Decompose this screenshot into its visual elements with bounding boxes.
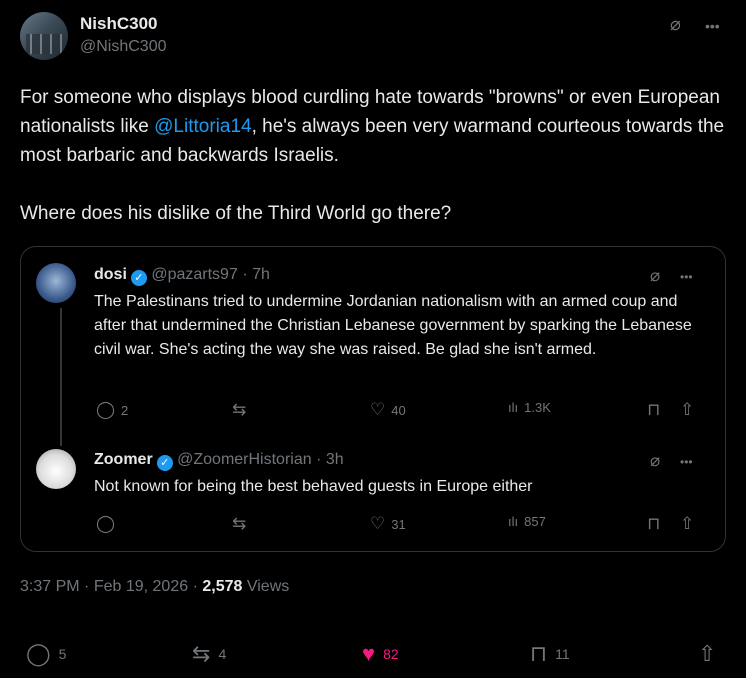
- post-timestamp[interactable]: 3:37 PM · Feb 19, 2026 · 2,578 Views: [20, 578, 289, 596]
- separator: ·: [192, 578, 198, 595]
- like-icon: ♡: [370, 514, 386, 533]
- quote-author-handle[interactable]: @pazarts97: [151, 266, 238, 283]
- reply-icon: ◯: [96, 400, 116, 419]
- more-options-icon[interactable]: •••: [705, 18, 720, 34]
- share-button[interactable]: ⇧: [680, 400, 694, 420]
- repost-button[interactable]: ⇆: [232, 400, 246, 420]
- bookmark-button[interactable]: ⊓ 11: [530, 641, 570, 667]
- views-count: 1.3K: [524, 400, 551, 415]
- grok-icon[interactable]: ⌀: [670, 14, 681, 35]
- mention-link[interactable]: @Littoria14: [154, 116, 251, 137]
- share-button[interactable]: ⇧: [680, 514, 694, 534]
- like-icon: ♡: [370, 400, 386, 419]
- bookmark-count: 11: [555, 646, 570, 662]
- reply-button[interactable]: ◯ 5: [26, 641, 66, 667]
- reply-button[interactable]: ◯: [96, 514, 115, 534]
- views-button[interactable]: ılı 857: [508, 514, 546, 529]
- grok-icon[interactable]: ⌀: [650, 451, 660, 471]
- bookmark-icon: ⊓: [647, 400, 661, 419]
- repost-icon: ⇆: [232, 400, 247, 419]
- like-button[interactable]: ♡ 31: [370, 514, 406, 534]
- quote-author-name[interactable]: dosi: [94, 266, 127, 283]
- zoomer-avatar[interactable]: [36, 449, 76, 489]
- author-handle[interactable]: @NishC300: [80, 38, 167, 56]
- more-options-icon[interactable]: •••: [680, 455, 693, 469]
- like-count: 40: [391, 402, 406, 418]
- share-icon: ⇧: [698, 641, 717, 666]
- reply-icon: ◯: [26, 641, 51, 666]
- views-count: 2,578: [202, 578, 243, 595]
- post-text: For someone who displays blood curdling …: [20, 83, 730, 228]
- more-options-icon[interactable]: •••: [680, 270, 693, 284]
- reply-button[interactable]: ◯ 2: [96, 400, 128, 420]
- share-button[interactable]: ⇧: [698, 641, 716, 667]
- post-time: 3:37 PM: [20, 578, 80, 595]
- verified-icon: ✓: [156, 455, 173, 471]
- separator: ·: [84, 578, 90, 595]
- like-count: 31: [391, 516, 406, 532]
- views-label: Views: [246, 578, 290, 595]
- repost-icon: ⇆: [232, 514, 247, 533]
- thread-connector: [60, 308, 62, 446]
- share-icon: ⇧: [680, 400, 695, 419]
- reply-count: 5: [58, 646, 67, 662]
- quote-text: Not known for being the best behaved gue…: [94, 478, 533, 495]
- quote-author-name[interactable]: Zoomer: [94, 451, 153, 468]
- post-date: Feb 19, 2026: [93, 578, 189, 595]
- repost-button[interactable]: ⇆ 4: [192, 641, 226, 667]
- author-avatar[interactable]: [20, 12, 68, 60]
- bookmark-button[interactable]: ⊓: [647, 400, 660, 420]
- author-name[interactable]: NishC300: [80, 14, 157, 34]
- bookmark-icon: ⊓: [530, 641, 548, 666]
- quote-author-handle[interactable]: @ZoomerHistorian: [177, 451, 312, 468]
- like-count: 82: [383, 646, 399, 662]
- reply-icon: ◯: [96, 514, 116, 533]
- quote-time[interactable]: · 7h: [242, 266, 270, 283]
- like-button[interactable]: ♡ 40: [370, 400, 406, 420]
- heart-filled-icon: ♥: [362, 641, 376, 666]
- quote-text: The Palestinans tried to undermine Jorda…: [94, 293, 692, 358]
- reply-count: 2: [121, 402, 129, 418]
- views-count: 857: [524, 514, 546, 529]
- bookmark-icon: ⊓: [647, 514, 661, 533]
- views-icon: ılı: [508, 514, 519, 529]
- post-text-second-paragraph: Where does his dislike of the Third Worl…: [20, 203, 452, 224]
- grok-icon[interactable]: ⌀: [650, 266, 660, 286]
- share-icon: ⇧: [680, 514, 695, 533]
- dosi-avatar[interactable]: [36, 263, 76, 303]
- repost-button[interactable]: ⇆: [232, 514, 246, 534]
- views-icon: ılı: [508, 400, 519, 415]
- quote-time[interactable]: · 3h: [316, 451, 344, 468]
- views-button[interactable]: ılı 1.3K: [508, 400, 551, 415]
- repost-icon: ⇆: [192, 641, 211, 666]
- quote-header: dosi ✓ @pazarts97 · 7h: [94, 266, 270, 286]
- bookmark-button[interactable]: ⊓: [647, 514, 660, 534]
- repost-count: 4: [218, 646, 227, 662]
- verified-icon: ✓: [130, 270, 147, 286]
- quote-header: Zoomer ✓ @ZoomerHistorian · 3h: [94, 451, 344, 471]
- like-button[interactable]: ♥ 82: [362, 641, 399, 667]
